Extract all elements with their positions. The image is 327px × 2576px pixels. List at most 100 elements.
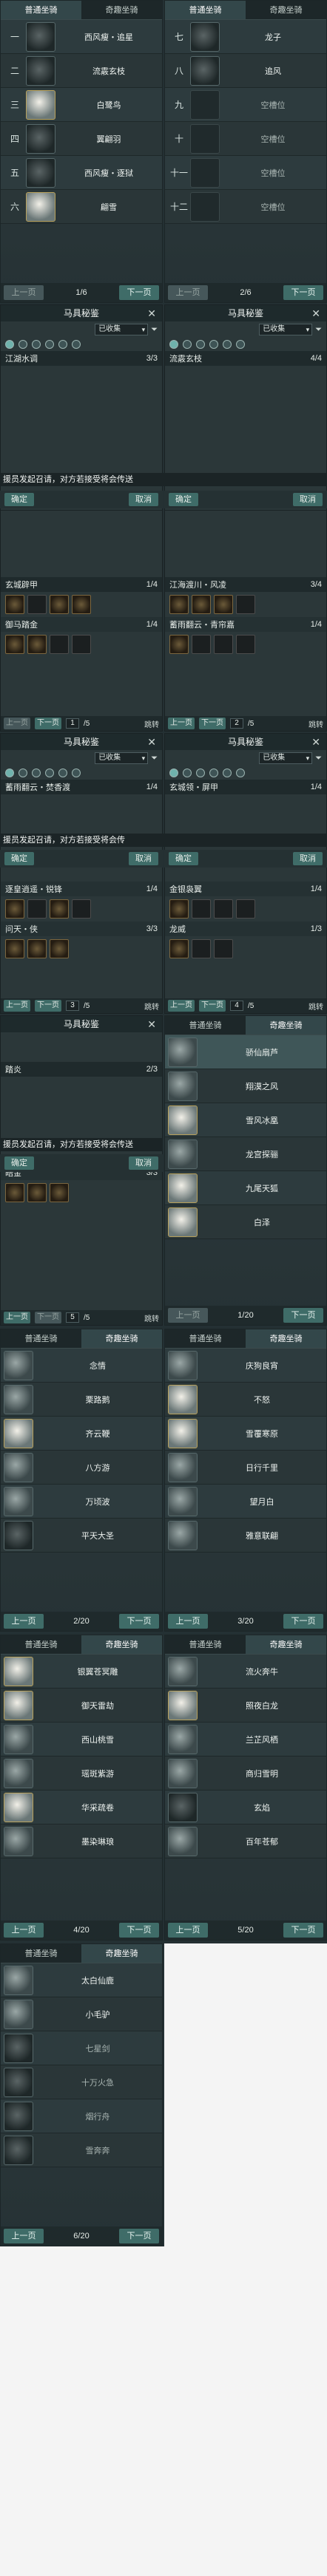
tab-special[interactable]: 奇趣坐骑 [81, 1635, 162, 1654]
filter-dropdown[interactable]: 已收集 [95, 324, 149, 335]
mount-row[interactable]: 小毛驴 [1, 1997, 162, 2031]
next-page-button[interactable]: 下一页 [35, 1312, 61, 1323]
equipment-icon[interactable] [169, 939, 189, 958]
page-input[interactable]: 2 [230, 718, 243, 729]
tab-special[interactable]: 奇趣坐骑 [81, 1, 162, 19]
confirm-button[interactable]: 确定 [4, 852, 34, 865]
next-page-button[interactable]: 下一页 [35, 718, 61, 729]
equipment-icon[interactable] [50, 939, 69, 958]
next-page-button[interactable]: 下一页 [199, 1000, 226, 1012]
close-icon[interactable]: ✕ [311, 305, 320, 321]
filter-dropdown[interactable]: 已收集 [95, 752, 149, 764]
category-icon[interactable] [196, 340, 205, 349]
jump-button[interactable]: 跳转 [309, 718, 323, 729]
tab-common[interactable]: 普通坐骑 [1, 1329, 81, 1348]
mount-row[interactable]: 白泽 [165, 1205, 326, 1239]
next-page-button[interactable]: 下一页 [118, 1614, 159, 1629]
mount-row[interactable]: 栗路鹅 [1, 1383, 162, 1417]
prev-page-button[interactable]: 上一页 [4, 2229, 44, 2243]
category-icon[interactable] [18, 340, 27, 349]
page-input[interactable]: 5 [66, 1312, 79, 1323]
category-icon[interactable] [196, 769, 205, 777]
page-input[interactable]: 4 [230, 1001, 243, 1011]
equipment-icon[interactable] [169, 595, 189, 614]
mount-row[interactable]: 念情 [1, 1349, 162, 1383]
category-icon[interactable] [169, 340, 178, 349]
prev-page-button[interactable]: 上一页 [4, 718, 30, 729]
equipment-icon[interactable] [27, 595, 47, 614]
tab-common[interactable]: 普通坐骑 [165, 1329, 246, 1348]
mount-row[interactable]: 照夜白龙 [165, 1689, 326, 1723]
close-icon[interactable]: ✕ [147, 1016, 156, 1032]
prev-page-button[interactable]: 上一页 [168, 1308, 208, 1323]
equipment-icon[interactable] [214, 899, 233, 919]
confirm-button[interactable]: 确定 [169, 493, 198, 506]
category-icon[interactable] [236, 769, 245, 777]
slot-row[interactable]: 十 空槽位 [165, 122, 326, 156]
mount-row[interactable]: 玄焰 [165, 1790, 326, 1824]
set-header[interactable]: 逐皇逍遥・锐锋 1/4 [1, 882, 162, 896]
mount-row[interactable]: 雪奔奔 [1, 2133, 162, 2167]
mount-row[interactable]: 银翼苍冥雕 [1, 1655, 162, 1689]
mount-row[interactable]: 雪风冰凰 [165, 1103, 326, 1137]
equipment-icon[interactable] [192, 899, 211, 919]
equipment-icon[interactable] [5, 899, 24, 919]
category-icon[interactable] [236, 340, 245, 349]
prev-page-button[interactable]: 上一页 [168, 1614, 208, 1629]
mount-row[interactable]: 烟行舟 [1, 2099, 162, 2133]
slot-row[interactable]: 十二 空槽位 [165, 190, 326, 224]
tab-common[interactable]: 普通坐骑 [1, 1944, 81, 1963]
mount-row[interactable]: 太白仙鹿 [1, 1963, 162, 1997]
tab-common[interactable]: 普通坐骑 [1, 1, 81, 19]
set-header[interactable]: 御马踏金 1/4 [1, 617, 162, 632]
cancel-button[interactable]: 取消 [129, 852, 158, 865]
close-icon[interactable]: ✕ [147, 734, 156, 750]
category-icon[interactable] [32, 340, 41, 349]
equipment-icon[interactable] [5, 939, 24, 958]
mount-row[interactable]: 望月白 [165, 1485, 326, 1519]
slot-row[interactable]: 四 翼翩羽 [1, 122, 162, 156]
equipment-icon[interactable] [27, 1183, 47, 1202]
close-icon[interactable]: ✕ [311, 734, 320, 750]
category-icon[interactable] [45, 340, 54, 349]
equipment-icon[interactable] [50, 635, 69, 654]
set-header[interactable]: 江海渡川・风凌 3/4 [165, 577, 326, 592]
cancel-button[interactable]: 取消 [293, 493, 323, 506]
category-icon[interactable] [5, 340, 14, 349]
set-header[interactable]: 玄城领・屏甲 1/4 [165, 780, 326, 794]
next-page-button[interactable]: 下一页 [35, 1000, 61, 1012]
category-icon[interactable] [18, 769, 27, 777]
mount-row[interactable]: 雅意联翩 [165, 1519, 326, 1553]
tab-common[interactable]: 普通坐骑 [1, 1635, 81, 1654]
mount-row[interactable]: 万顷波 [1, 1485, 162, 1519]
mount-row[interactable]: 西山桃雪 [1, 1723, 162, 1756]
equipment-icon[interactable] [214, 635, 233, 654]
next-page-button[interactable]: 下一页 [283, 1923, 323, 1938]
equipment-icon[interactable] [50, 595, 69, 614]
category-icon[interactable] [223, 340, 232, 349]
mount-row[interactable]: 龙宫探骊 [165, 1137, 326, 1171]
equipment-icon[interactable] [50, 899, 69, 919]
mount-row[interactable]: 十万火急 [1, 2065, 162, 2099]
equipment-icon[interactable] [27, 635, 47, 654]
prev-page-button[interactable]: 上一页 [4, 1000, 30, 1012]
mount-row[interactable]: 骄仙扇芦 [165, 1035, 326, 1069]
mount-row[interactable]: 七星剑 [1, 2031, 162, 2065]
equipment-icon[interactable] [5, 635, 24, 654]
tab-special[interactable]: 奇趣坐骑 [246, 1635, 326, 1654]
prev-page-button[interactable]: 上一页 [4, 285, 44, 300]
set-header[interactable]: 蓄雨翻云・焚香渡 1/4 [1, 780, 162, 794]
equipment-icon[interactable] [169, 899, 189, 919]
slot-row[interactable]: 三 白鹭鸟 [1, 88, 162, 122]
equipment-icon[interactable] [169, 635, 189, 654]
funnel-icon[interactable]: ⏷ [315, 754, 322, 763]
tab-special[interactable]: 奇趣坐骑 [246, 1, 326, 19]
set-header[interactable]: 玄城辟甲 1/4 [1, 577, 162, 592]
equipment-icon[interactable] [192, 635, 211, 654]
set-header[interactable]: 龙威 1/3 [165, 921, 326, 936]
equipment-icon[interactable] [72, 899, 91, 919]
mount-row[interactable]: 不怒 [165, 1383, 326, 1417]
jump-button[interactable]: 跳转 [144, 1001, 159, 1012]
close-icon[interactable]: ✕ [147, 305, 156, 321]
slot-row[interactable]: 七 龙子 [165, 20, 326, 54]
